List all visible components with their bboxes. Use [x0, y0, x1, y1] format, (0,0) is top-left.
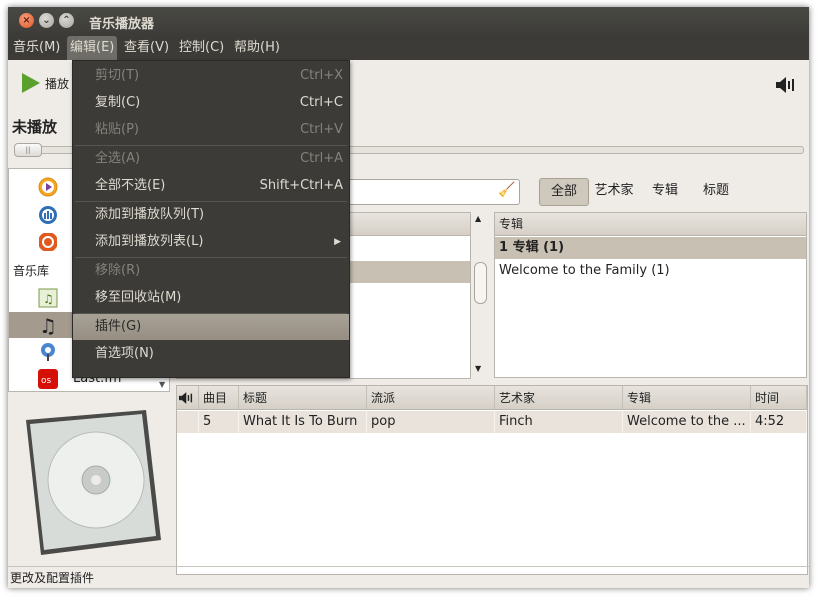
scroll-down-arrow-icon[interactable]: ▼: [475, 364, 481, 373]
menu-bar: 音乐(M) 编辑(E) 查看(V) 控制(C) 帮助(H): [8, 36, 809, 60]
filter-title-button[interactable]: 标题: [698, 178, 734, 204]
menu-item-select-none[interactable]: 全部不选(E) Shift+Ctrl+A: [73, 173, 349, 199]
edit-menu-dropdown: 剪切(T) Ctrl+X 复制(C) Ctrl+C 粘贴(P) Ctrl+V 全选(A…: [72, 60, 350, 378]
column-header-track[interactable]: 曲目: [199, 386, 239, 410]
minimize-icon[interactable]: ⌄: [39, 13, 54, 28]
lastfm-icon: os: [38, 369, 58, 389]
artist-pane-scrollbar[interactable]: ▲ ▼: [471, 212, 489, 375]
menu-edit[interactable]: 编辑(E): [67, 36, 118, 60]
menu-music[interactable]: 音乐(M): [10, 36, 63, 60]
menu-view[interactable]: 查看(V): [121, 36, 172, 60]
now-playing-status: 未播放: [12, 118, 58, 136]
volume-icon[interactable]: [776, 76, 798, 94]
playing-column-header[interactable]: [177, 386, 199, 410]
play-circle-icon: [38, 177, 58, 197]
track-number-cell[interactable]: 5: [199, 411, 239, 433]
menu-item-plugins[interactable]: 插件(G): [73, 314, 349, 340]
svg-text:♫: ♫: [39, 315, 57, 335]
search-input[interactable]: [332, 179, 520, 205]
album-row-all[interactable]: 1 专辑 (1): [495, 237, 806, 259]
menu-item-copy[interactable]: 复制(C) Ctrl+C: [73, 90, 349, 116]
track-playing-cell[interactable]: [177, 411, 199, 433]
track-time-cell[interactable]: 4:52: [751, 411, 807, 433]
play-button-label[interactable]: 播放: [45, 75, 69, 92]
column-header-artist[interactable]: 艺术家: [495, 386, 623, 410]
filter-all-button[interactable]: 全部: [539, 178, 589, 206]
column-header-title[interactable]: 标题: [239, 386, 367, 410]
sidebar-heading-library: 音乐库: [13, 264, 50, 278]
status-bar: 更改及配置插件: [8, 566, 809, 588]
seek-handle[interactable]: ||: [14, 143, 42, 157]
svg-text:os: os: [41, 376, 52, 386]
column-header-genre[interactable]: 流派: [367, 386, 495, 410]
window-title: 音乐播放器: [89, 17, 155, 32]
menu-item-remove[interactable]: 移除(R): [73, 258, 349, 284]
filter-album-button[interactable]: 专辑: [647, 178, 683, 204]
track-table: 曲目 标题 流派 艺术家 专辑 时间 5 What It Is To Burn …: [176, 385, 808, 575]
play-icon[interactable]: [22, 73, 40, 93]
track-album-cell[interactable]: Welcome to the ...: [623, 411, 751, 433]
scrollbar-thumb[interactable]: [474, 262, 487, 304]
title-bar: × ⌄ ⌃ 音乐播放器: [8, 7, 809, 36]
menu-item-add-to-queue[interactable]: 添加到播放队列(T): [73, 202, 349, 228]
menu-item-add-to-playlist[interactable]: 添加到播放列表(L) ▶: [73, 229, 349, 255]
track-artist-cell[interactable]: Finch: [495, 411, 623, 433]
scroll-up-arrow-icon[interactable]: ▲: [475, 214, 481, 223]
svg-text:♫: ♫: [43, 292, 54, 306]
ubuntu-one-icon: [39, 233, 57, 251]
music-player-window: × ⌄ ⌃ 音乐播放器 音乐(M) 编辑(E) 查看(V) 控制(C) 帮助(H…: [8, 7, 809, 588]
album-pane[interactable]: 专辑 1 专辑 (1) Welcome to the Family (1): [494, 212, 807, 378]
menu-item-cut[interactable]: 剪切(T) Ctrl+X: [73, 63, 349, 89]
album-row[interactable]: Welcome to the Family (1): [495, 260, 806, 282]
music-library-icon: ♫: [39, 315, 57, 335]
menu-item-paste[interactable]: 粘贴(P) Ctrl+V: [73, 117, 349, 143]
menu-help[interactable]: 帮助(H): [231, 36, 283, 60]
menu-item-preferences[interactable]: 首选项(N): [73, 341, 349, 367]
maximize-icon[interactable]: ⌃: [59, 13, 74, 28]
album-cover-icon: [26, 410, 161, 555]
column-header-album[interactable]: 专辑: [623, 386, 751, 410]
menu-control[interactable]: 控制(C): [176, 36, 227, 60]
music-note-icon: ♫: [38, 288, 58, 308]
podcast-icon: [41, 343, 55, 361]
filter-artist-button[interactable]: 艺术家: [592, 178, 636, 204]
album-pane-header[interactable]: 专辑: [495, 213, 806, 236]
menu-item-select-all[interactable]: 全选(A) Ctrl+A: [73, 146, 349, 172]
scroll-down-arrow-icon[interactable]: ▼: [159, 380, 165, 389]
radio-waves-icon: [39, 206, 57, 224]
speaker-icon: [179, 392, 193, 404]
track-genre-cell[interactable]: pop: [367, 411, 495, 433]
menu-item-move-to-trash[interactable]: 移至回收站(M): [73, 285, 349, 311]
clear-search-icon[interactable]: 🧹: [498, 182, 515, 198]
close-icon[interactable]: ×: [19, 13, 34, 28]
track-title-cell[interactable]: What It Is To Burn: [239, 411, 367, 433]
submenu-arrow-icon: ▶: [334, 237, 341, 247]
column-header-time[interactable]: 时间: [751, 386, 807, 410]
